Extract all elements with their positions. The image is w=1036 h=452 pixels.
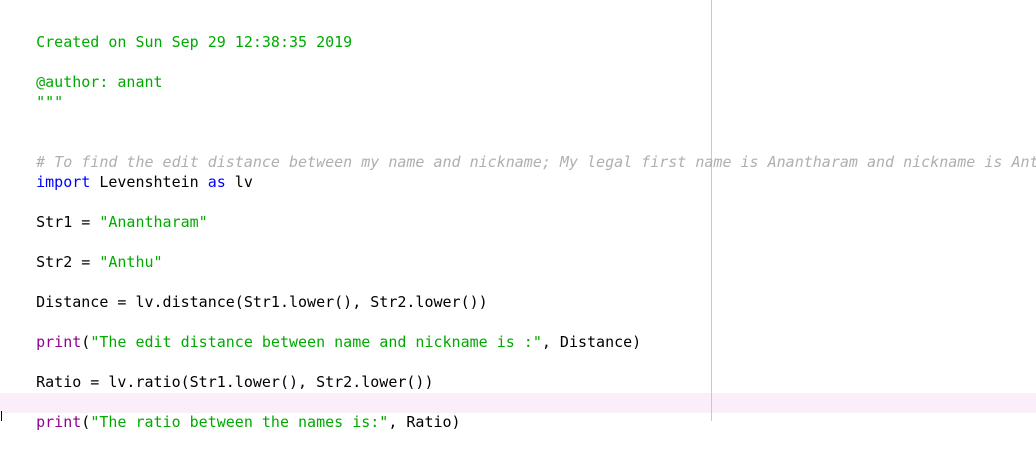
- print-builtin: print: [36, 333, 82, 351]
- distance-statement: Distance = lv.distance(Str1.lower(), Str…: [36, 293, 488, 311]
- print-builtin: print: [36, 413, 82, 431]
- code-line-comment[interactable]: # To find the edit distance between my n…: [0, 132, 1036, 171]
- code-line-str1[interactable]: Str1 = "Anantharam": [0, 192, 208, 231]
- edge-column-ruler: [711, 0, 712, 421]
- print-distance-string: "The edit distance between name and nick…: [90, 333, 542, 351]
- print-open-paren: (: [81, 413, 91, 431]
- import-keyword: import: [36, 173, 91, 191]
- import-module-name: Levenshtein: [90, 173, 208, 191]
- code-line-ratio[interactable]: Ratio = lv.ratio(Str1.lower(), Str2.lowe…: [0, 352, 433, 391]
- code-line-print-ratio[interactable]: print("The ratio between the names is:",…: [0, 392, 460, 431]
- docstring-created-text: Created on Sun Sep 29 12:38:35 2019: [36, 33, 353, 51]
- print-open-paren: (: [81, 333, 91, 351]
- code-editor[interactable]: Created on Sun Sep 29 12:38:35 2019 @aut…: [0, 0, 1036, 431]
- str1-string-literal: "Anantharam": [99, 213, 208, 231]
- str2-string-literal: "Anthu": [99, 253, 163, 271]
- code-line-docstring-close[interactable]: """: [0, 72, 63, 111]
- text-cursor: [1, 411, 2, 421]
- str2-assignment: Str2 =: [36, 253, 100, 271]
- docstring-close-quotes: """: [36, 93, 64, 111]
- code-line-author[interactable]: @author: anant: [0, 52, 162, 91]
- code-line-distance[interactable]: Distance = lv.distance(Str1.lower(), Str…: [0, 272, 488, 311]
- code-line-str2[interactable]: Str2 = "Anthu": [0, 232, 162, 271]
- ratio-statement: Ratio = lv.ratio(Str1.lower(), Str2.lowe…: [36, 373, 434, 391]
- code-line-created[interactable]: Created on Sun Sep 29 12:38:35 2019: [0, 12, 352, 51]
- print-distance-args: , Distance): [541, 333, 642, 351]
- code-line-print-distance[interactable]: print("The edit distance between name an…: [0, 312, 641, 351]
- print-ratio-args: , Ratio): [388, 413, 461, 431]
- as-keyword: as: [207, 173, 226, 191]
- print-ratio-string: "The ratio between the names is:": [90, 413, 389, 431]
- import-alias: lv: [225, 173, 253, 191]
- str1-assignment: Str1 =: [36, 213, 100, 231]
- code-line-import[interactable]: import Levenshtein as lv: [0, 152, 253, 191]
